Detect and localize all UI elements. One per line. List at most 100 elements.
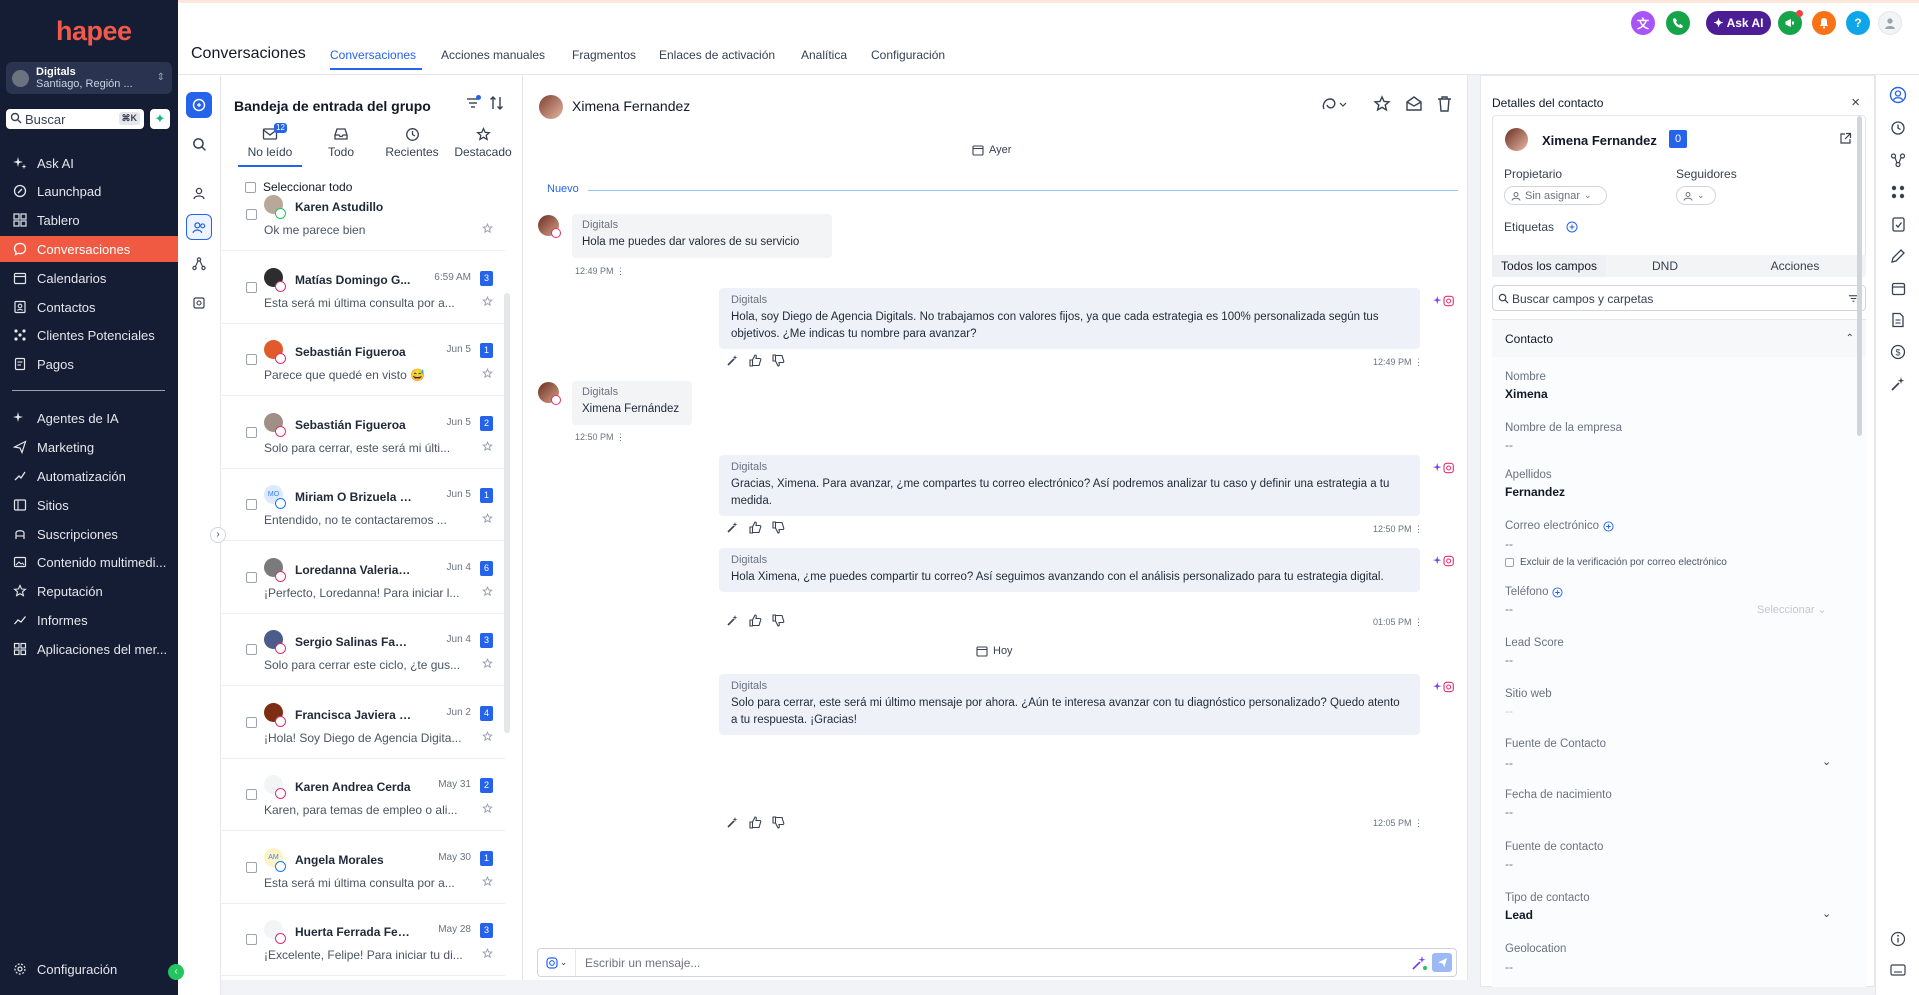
document-icon[interactable]: [1888, 310, 1908, 330]
filter-icon[interactable]: [465, 95, 481, 111]
field-value-fuente-contacto[interactable]: --: [1505, 756, 1513, 770]
magic-wand-icon[interactable]: [726, 521, 739, 534]
thumbs-down-icon[interactable]: [772, 614, 785, 627]
assign-icon[interactable]: [1321, 95, 1347, 113]
archive-icon[interactable]: [186, 290, 212, 316]
global-search[interactable]: Buscar ⌘K: [6, 109, 144, 129]
message-outgoing[interactable]: Digitals Gracias, Ximena. Para avanzar, …: [719, 455, 1420, 516]
dollar-icon[interactable]: $: [1888, 342, 1908, 362]
quick-action-button[interactable]: ✦: [150, 109, 170, 129]
star-icon[interactable]: [482, 585, 493, 597]
mail-icon[interactable]: [1405, 95, 1423, 113]
conversation-row[interactable]: Huerta Ferrada Feli... May 28 3 ¡Excelente,…: [221, 904, 505, 976]
nav-ask-ai[interactable]: Ask AI: [0, 150, 178, 176]
field-value-telefono[interactable]: --: [1505, 602, 1513, 616]
nav-clientes-potenciales[interactable]: Clientes Potenciales: [0, 322, 178, 348]
nav-tablero[interactable]: Tablero: [0, 207, 178, 233]
owner-select[interactable]: Sin asignar ⌄: [1504, 186, 1607, 205]
thumbs-up-icon[interactable]: [749, 521, 762, 534]
nav-sitios[interactable]: Sitios: [0, 492, 178, 518]
field-value-fecha-nacimiento[interactable]: --: [1505, 805, 1513, 819]
email-exclude-checkbox[interactable]: [1505, 558, 1514, 567]
field-value-email[interactable]: --: [1505, 537, 1513, 551]
star-icon[interactable]: [482, 658, 493, 669]
phone-icon[interactable]: [1666, 11, 1690, 35]
field-value-nombre[interactable]: Ximena: [1505, 387, 1548, 401]
chat-contact-name[interactable]: Ximena Fernandez: [572, 98, 690, 114]
tab-dnd[interactable]: DND: [1606, 255, 1724, 277]
app-logo[interactable]: hapee: [56, 16, 132, 47]
conversation-row[interactable]: Francisca Javiera Pl... Jun 2 4 ¡Hola! Soy …: [221, 687, 505, 759]
nav-informes[interactable]: Informes: [0, 607, 178, 633]
nav-conversaciones[interactable]: Conversaciones: [0, 236, 178, 262]
thumbs-down-icon[interactable]: [772, 816, 785, 829]
message-input[interactable]: Escribir un mensaje...: [585, 956, 700, 970]
message-outgoing[interactable]: Digitals Solo para cerrar, este será mi …: [719, 674, 1420, 735]
phone-type-select[interactable]: Seleccionar ⌄: [1757, 603, 1827, 616]
field-value-lead-score[interactable]: --: [1505, 653, 1513, 667]
email-exclude-row[interactable]: Excluir de la verificación por correo el…: [1505, 557, 1727, 568]
row-checkbox[interactable]: [246, 571, 257, 583]
field-value-apellidos[interactable]: Fernandez: [1505, 485, 1565, 499]
row-checkbox[interactable]: [246, 281, 257, 293]
star-icon[interactable]: [482, 803, 493, 814]
tab-todo[interactable]: Todo: [305, 127, 377, 159]
section-contacto-header[interactable]: Contacto ⌃: [1492, 319, 1866, 357]
external-link-icon[interactable]: [1839, 132, 1852, 145]
row-checkbox[interactable]: [246, 209, 257, 220]
pencil-icon[interactable]: [1888, 246, 1908, 266]
field-value-geolocation[interactable]: --: [1505, 960, 1513, 974]
send-button[interactable]: [1432, 953, 1452, 972]
nav-marketing[interactable]: Marketing: [0, 434, 178, 460]
thumbs-up-icon[interactable]: [749, 354, 762, 367]
field-value-tipo-contacto[interactable]: Lead: [1505, 908, 1533, 922]
conversation-row[interactable]: Karen Astudillo Ok me parece bien: [221, 187, 505, 251]
calendar-icon[interactable]: [1888, 278, 1908, 298]
tab-destacado[interactable]: Destacado: [447, 127, 519, 159]
tab-analitica[interactable]: Analítica: [801, 48, 847, 62]
nav-suscripciones[interactable]: Suscripciones: [0, 521, 178, 547]
close-icon[interactable]: ×: [1851, 94, 1860, 111]
thumbs-down-icon[interactable]: [772, 521, 785, 534]
nav-pagos[interactable]: Pagos: [0, 351, 178, 377]
nav-agentes-ia[interactable]: Agentes de IA: [0, 405, 178, 431]
chevron-down-icon[interactable]: ⌄: [1822, 907, 1831, 920]
conversation-row[interactable]: Sergio Salinas Faún... Jun 4 3 Solo para ce…: [221, 614, 505, 686]
add-phone-icon[interactable]: [1552, 586, 1564, 598]
message-outgoing[interactable]: Digitals Hola, soy Diego de Agencia Digi…: [719, 288, 1420, 349]
chat-bubble-icon[interactable]: [186, 92, 212, 118]
account-switcher[interactable]: Digitals Santiago, Región ... ⇕: [6, 62, 172, 94]
chevron-down-icon[interactable]: ⌄: [1822, 755, 1831, 768]
add-email-icon[interactable]: [1603, 520, 1614, 532]
contact-profile-icon[interactable]: [1888, 85, 1908, 105]
channel-selector[interactable]: ⌄: [538, 949, 576, 976]
star-icon[interactable]: [1373, 95, 1391, 113]
nav-automatizacion[interactable]: Automatización: [0, 463, 178, 489]
tab-todos-campos[interactable]: Todos los campos: [1492, 255, 1606, 277]
row-checkbox[interactable]: [246, 644, 257, 655]
row-checkbox[interactable]: [246, 716, 257, 728]
tab-acciones-manuales[interactable]: Acciones manuales: [441, 48, 545, 62]
star-icon[interactable]: [482, 440, 493, 452]
tab-no-leido[interactable]: 12 No leído: [234, 123, 306, 159]
field-search-input[interactable]: Buscar campos y carpetas: [1492, 285, 1866, 311]
conversation-row[interactable]: Sebastián Figueroa Jun 5 2 Solo para cerrar…: [221, 397, 505, 469]
thumbs-up-icon[interactable]: [749, 816, 762, 829]
magic-wand-icon[interactable]: [1888, 374, 1908, 394]
tab-fragmentos[interactable]: Fragmentos: [572, 48, 636, 62]
conversation-row[interactable]: Matías Domingo G... 6:59 AM 3 Esta será mi …: [221, 252, 505, 324]
list-scrollbar[interactable]: [504, 293, 510, 733]
tab-acciones[interactable]: Acciones: [1724, 255, 1866, 277]
star-icon[interactable]: [482, 875, 493, 887]
conversation-row[interactable]: Sebastián Figueroa Jun 5 1 Parece que quedé…: [221, 324, 505, 396]
field-value-empresa[interactable]: --: [1505, 438, 1513, 452]
magic-wand-icon[interactable]: [726, 614, 739, 627]
keyboard-icon[interactable]: [1888, 960, 1908, 980]
star-icon[interactable]: [482, 730, 493, 742]
field-value-sitio-web[interactable]: --: [1505, 704, 1513, 718]
contact-scrollbar[interactable]: [1857, 116, 1862, 436]
message-outgoing[interactable]: Digitals Hola Ximena, ¿me puedes compart…: [719, 548, 1420, 592]
followers-select[interactable]: ⌄: [1676, 186, 1716, 205]
user-avatar[interactable]: [1878, 11, 1902, 35]
nav-configuracion[interactable]: Configuración: [0, 956, 178, 982]
